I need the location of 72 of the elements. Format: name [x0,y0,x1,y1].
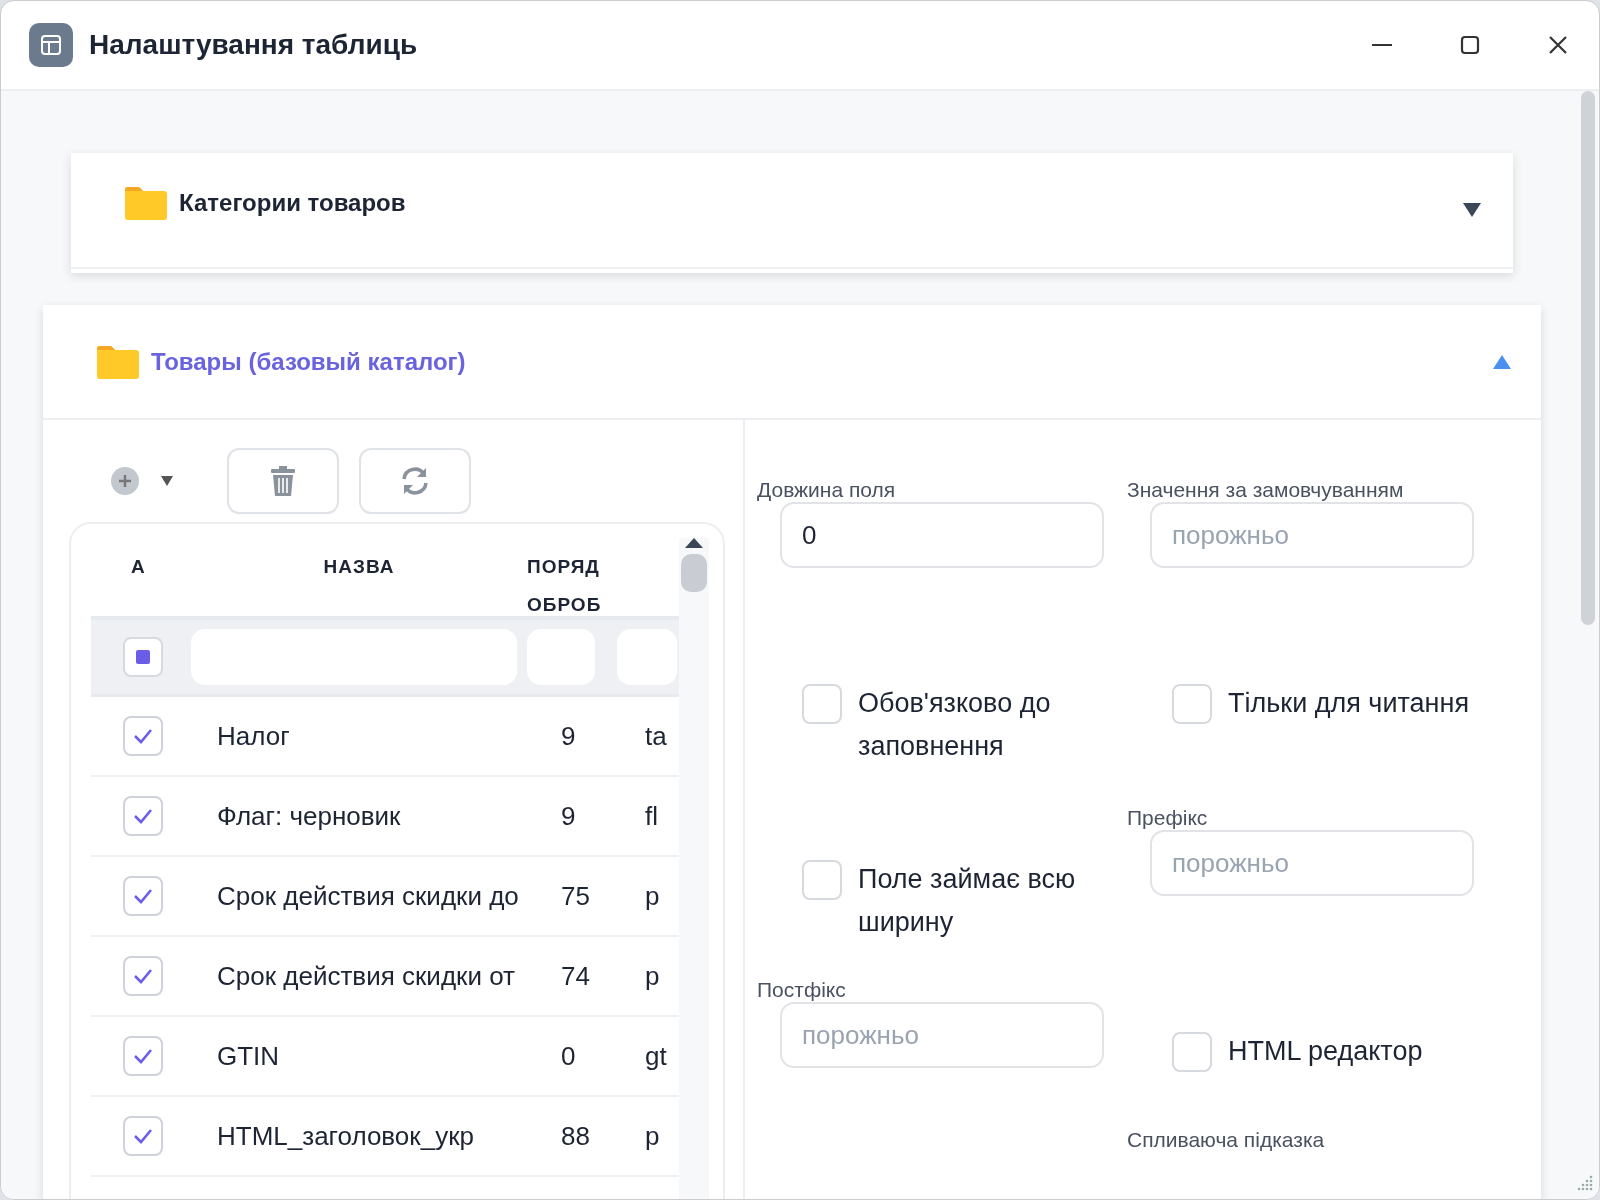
table-cell-text: p [645,960,661,992]
checkbox[interactable] [802,684,842,724]
column-header[interactable]: НАЗВА [191,548,527,616]
checkbox-label: HTML редактор [1228,1035,1424,1068]
expand-icon [1463,203,1481,217]
add-icon[interactable] [111,467,139,495]
check-icon [133,1128,153,1144]
resize-grip-icon[interactable] [1577,1175,1593,1191]
field-label: Довжина поля [757,478,896,502]
scroll-thumb[interactable] [681,554,707,592]
field-label: Префікс [1127,806,1208,830]
row-checkbox[interactable] [123,1116,163,1156]
table-cell-text: p [645,1120,661,1152]
table-cell-text: 9 [561,800,577,832]
table-cell-text: 88 [561,1120,591,1152]
scrollbar[interactable] [679,538,709,1199]
scroll-thumb[interactable] [1581,91,1595,625]
check-icon [133,808,153,824]
row-checkbox[interactable] [123,876,163,916]
section-header[interactable]: Категории товаров [71,153,1513,269]
field-label: Спливаюча підказка [1127,1128,1326,1152]
collapse-icon [1493,354,1511,369]
table-cell-text: GTIN [216,1040,281,1072]
refresh-icon [400,466,430,496]
input-field[interactable]: 0 [780,502,1104,568]
table-cell-text: ta [645,720,668,752]
check-icon [133,968,153,984]
row-checkbox[interactable] [123,716,163,756]
folder-icon [125,186,167,220]
section-header[interactable]: Товары (базовый каталог) [43,305,1541,420]
delete-button[interactable] [227,448,339,514]
checkbox[interactable] [802,860,842,900]
field-label: Значення за замовчуванням [1127,478,1404,502]
check-icon [133,888,153,904]
trash-icon [271,466,295,496]
table-cell-text: Налог [216,720,291,752]
input-field[interactable]: порожньо [780,1002,1104,1068]
column-header[interactable]: ПОРЯД ОБРОБ [527,548,617,616]
check-icon [133,728,153,744]
checkbox-label: Поле займає всю ширину [858,863,1077,939]
table-cell-text: Срок действия скидки до [216,880,520,912]
checkbox[interactable] [1172,684,1212,724]
table-cell-text: 75 [561,880,591,912]
scroll-up-icon[interactable] [685,538,703,548]
table-cell-text: 74 [561,960,591,992]
column-header[interactable]: А [91,548,191,616]
table-cell-text: 9 [561,720,577,752]
caret-icon[interactable] [161,476,173,486]
table-cell-text: 0 [561,1040,577,1072]
table-cell-text: p [645,880,661,912]
row-checkbox[interactable] [123,956,163,996]
table-cell-text: HTML_заголовок_укр [216,1120,475,1152]
select-all-checkbox[interactable] [123,637,163,677]
close-icon[interactable] [1547,34,1569,56]
table-cell-text: Срок действия скидки от [216,960,516,992]
input-field[interactable]: порожньо [1150,502,1474,568]
table-cell-text: gt [645,1040,668,1072]
check-icon [133,1048,153,1064]
row-checkbox[interactable] [123,1036,163,1076]
input-field[interactable]: порожньо [1150,830,1474,896]
table-cell-text: fl [645,800,659,832]
maximize-icon[interactable] [1459,34,1481,56]
field-label: Постфікс [757,978,846,1002]
folder-icon [97,344,139,379]
table-icon [29,23,73,67]
checkbox-label: Тільки для читання [1228,687,1470,720]
row-checkbox[interactable] [123,796,163,836]
window-title: Налаштування таблиць [89,29,418,61]
checkbox[interactable] [1172,1032,1212,1072]
table-cell-text: Флаг: черновик [216,800,402,832]
checkbox-label: Обов'язково до заповнення [858,687,1052,763]
refresh-button[interactable] [359,448,471,514]
